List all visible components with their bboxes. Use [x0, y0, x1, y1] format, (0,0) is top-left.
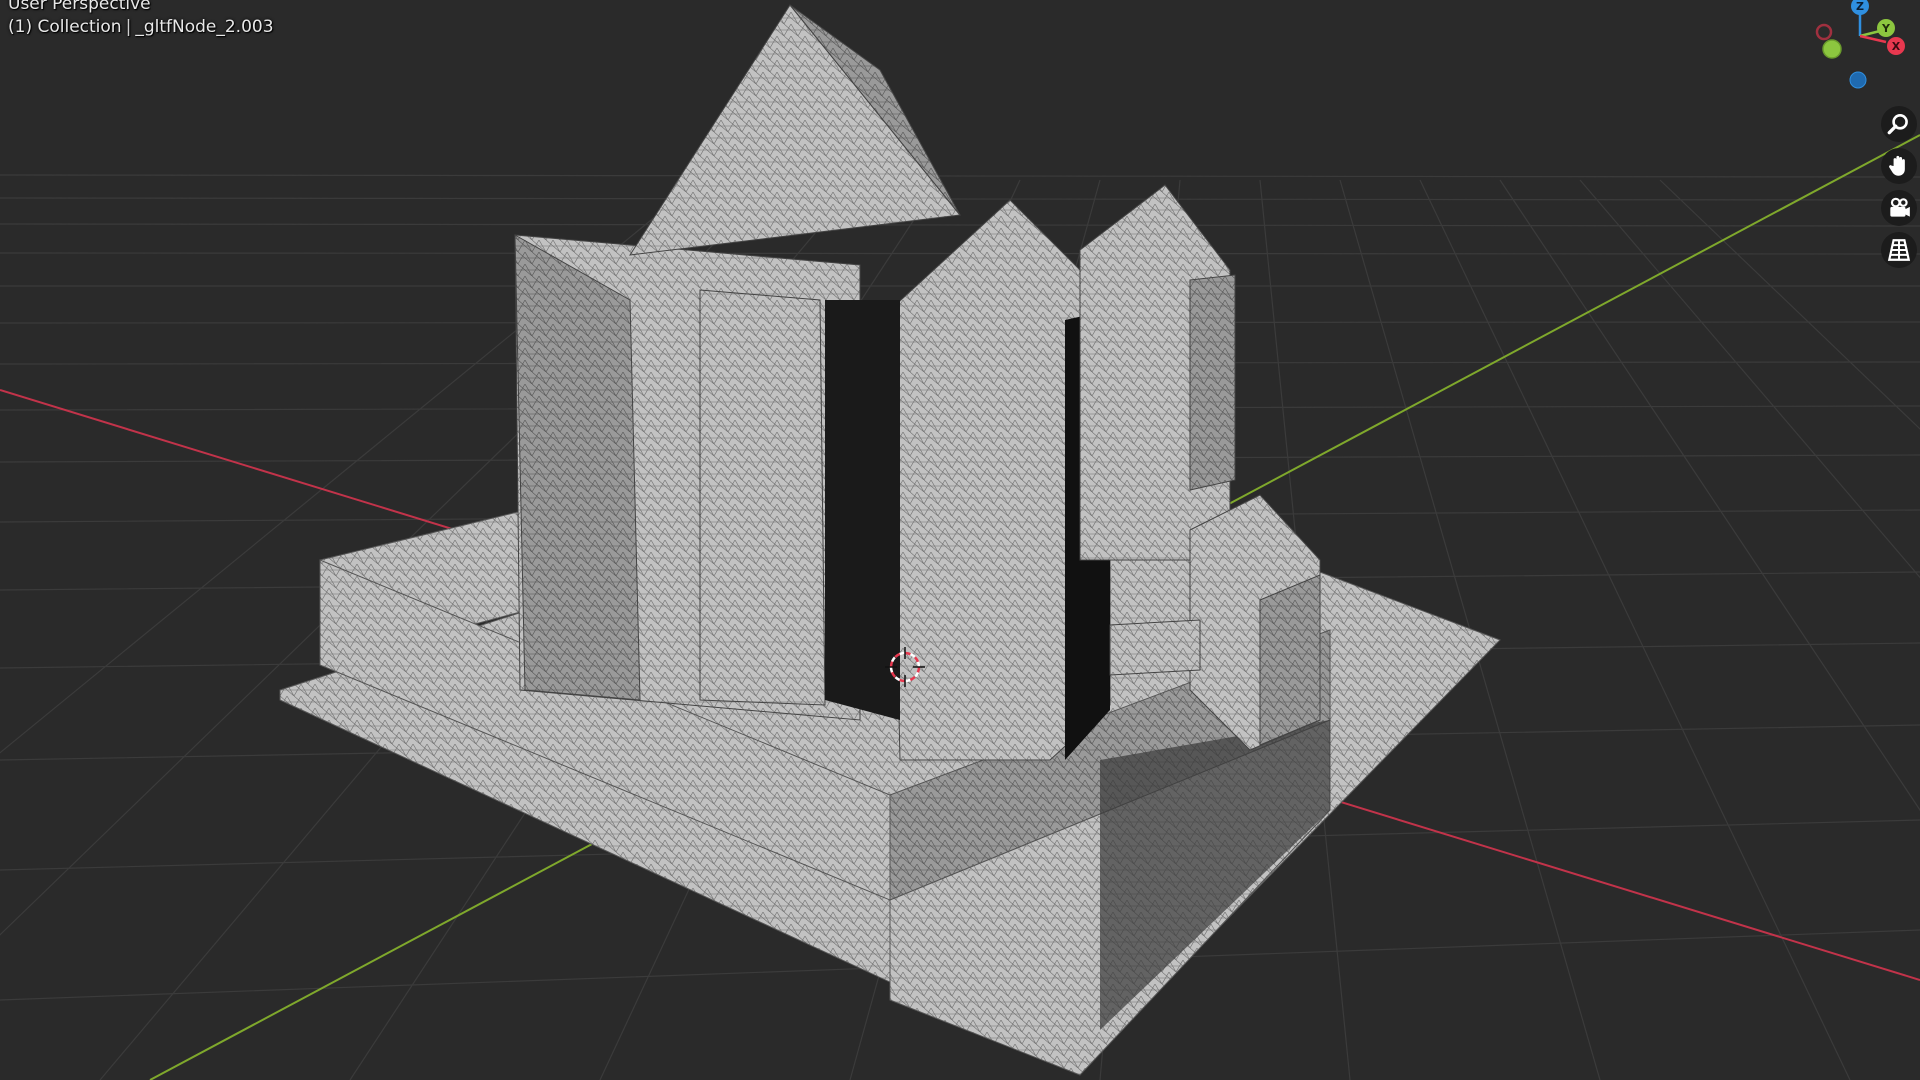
- gizmo-neg-y-icon[interactable]: [1822, 39, 1842, 59]
- magnifier-icon: [1887, 114, 1908, 135]
- view-name-label: User Perspective: [8, 0, 151, 14]
- gizmo-y-label: Y: [1881, 22, 1891, 35]
- gizmo-z-label: Z: [1856, 0, 1864, 13]
- camera-view-button[interactable]: [1881, 190, 1917, 226]
- zoom-button[interactable]: [1881, 106, 1917, 142]
- gizmo-neg-x-icon[interactable]: [1815, 23, 1833, 41]
- collection-label: (1) Collection: [8, 17, 122, 37]
- gizmo-x-label: X: [1892, 40, 1901, 53]
- perspective-toggle-button[interactable]: [1881, 232, 1917, 268]
- hand-icon: [1889, 155, 1905, 176]
- scene-canvas[interactable]: [0, 0, 1920, 1080]
- collection-info: (1) Collection | _gltfNode_2.003: [8, 17, 274, 37]
- separator: |: [125, 17, 132, 37]
- object-name-label: _gltfNode_2.003: [135, 17, 274, 37]
- gizmo-neg-z-icon[interactable]: [1849, 71, 1867, 89]
- pan-button[interactable]: [1881, 148, 1917, 184]
- grid-perspective-icon: [1887, 239, 1911, 261]
- navigation-gizmo[interactable]: Z Y X: [1800, 0, 1920, 100]
- camera-icon: [1890, 197, 1910, 217]
- 3d-viewport[interactable]: User Perspective (1) Collection | _gltfNod…: [0, 0, 1920, 1080]
- mesh-model[interactable]: [279, 4, 1501, 1076]
